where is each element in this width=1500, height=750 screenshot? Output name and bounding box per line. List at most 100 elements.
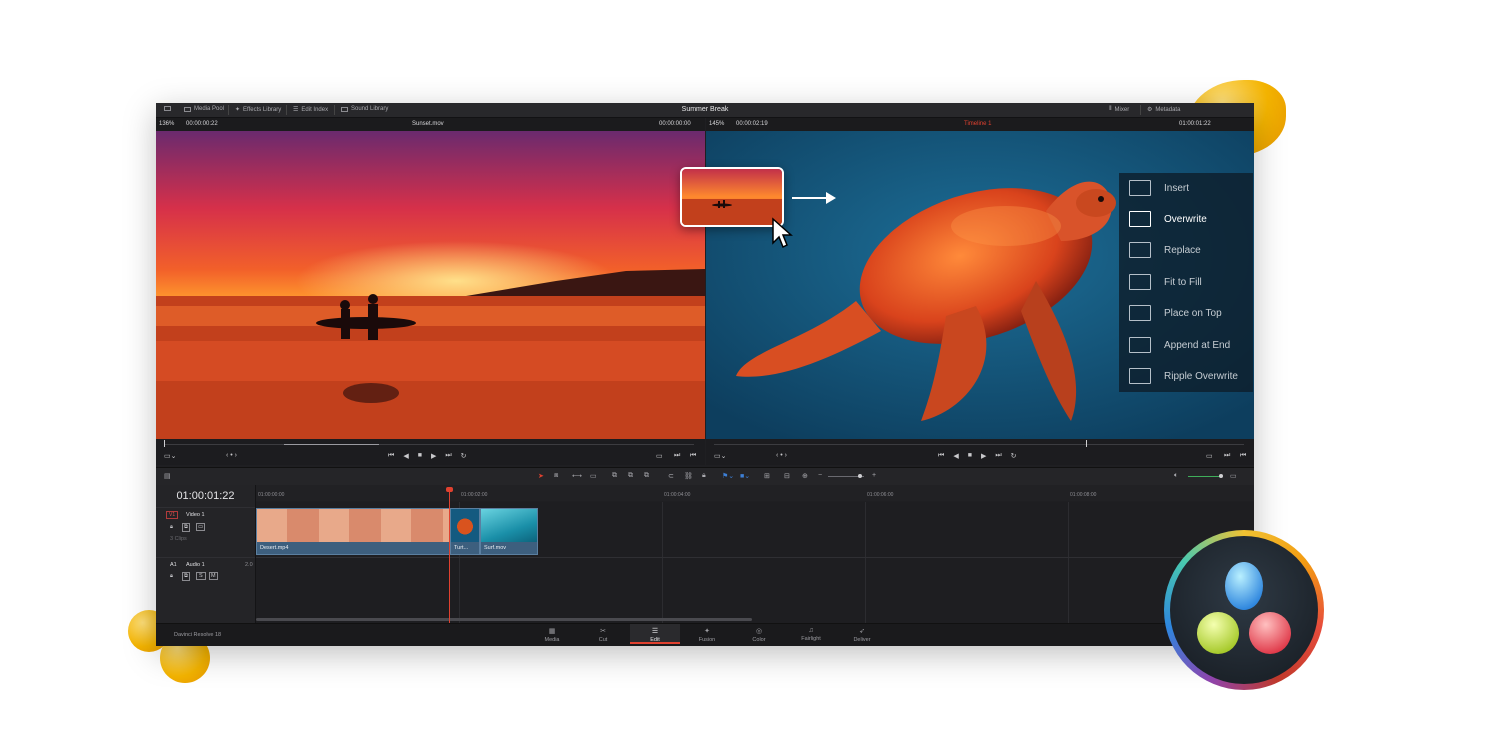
viewer-options-icon[interactable]: ▭⌄ <box>714 452 726 460</box>
source-clip-name[interactable]: Sunset.mov <box>412 121 444 127</box>
zoom-custom-icon[interactable]: ⊕ <box>802 472 808 480</box>
edit-icon: ☰ <box>651 628 659 635</box>
mute-button[interactable]: M <box>209 572 218 580</box>
zoom-slider-handle[interactable] <box>858 474 862 478</box>
video-track-name: Video 1 <box>186 512 205 518</box>
overwrite-clip-icon[interactable]: ⧉ <box>628 472 633 480</box>
stop-icon[interactable]: ■ <box>418 452 422 460</box>
timeline-current-timecode: 01:00:01:22 <box>176 490 235 502</box>
timeline-scrub-bar[interactable] <box>706 439 1254 449</box>
audio-track-header[interactable]: A1 Audio 1 2.0 🔒︎ ⧉ S M <box>156 557 255 624</box>
video-track-tag[interactable]: V1 <box>166 511 179 519</box>
cut-icon: ✂ <box>600 628 606 635</box>
timeline-options-icon[interactable]: ▤ <box>164 472 171 480</box>
volume-slider-handle[interactable] <box>1219 474 1223 478</box>
play-icon[interactable]: ▶ <box>981 452 986 460</box>
page-deliver[interactable]: ➶ Deliver <box>837 627 887 643</box>
menu-replace[interactable]: Replace <box>1119 235 1253 266</box>
mark-out-icon[interactable]: ⏮ <box>690 452 696 460</box>
timeline-name[interactable]: Timeline 1 <box>964 121 991 127</box>
zoom-detail-icon[interactable]: ⊟ <box>784 472 790 480</box>
volume-slider[interactable] <box>1188 476 1222 477</box>
mixer-button[interactable]: ⫴ Mixer <box>1109 106 1129 113</box>
match-frame-icon[interactable]: ▭ <box>1206 452 1213 460</box>
timeline-clip[interactable]: Turt... <box>450 508 480 555</box>
menu-append-at-end[interactable]: Append at End <box>1119 330 1253 361</box>
linked-selection-icon[interactable]: ⛓ <box>684 472 693 480</box>
auto-select-icon[interactable]: ⧉ <box>182 572 190 581</box>
source-scrub-bar[interactable] <box>156 439 705 449</box>
last-frame-icon[interactable]: ⏭ <box>445 452 451 460</box>
first-frame-icon[interactable]: ⏮ <box>388 452 394 460</box>
metadata-button[interactable]: ⚙ Metadata <box>1147 106 1180 114</box>
media-icon: ▦ <box>548 628 556 635</box>
flag-icon[interactable]: ⚑⌄ <box>722 472 734 480</box>
source-zoom[interactable]: 136% <box>159 121 174 127</box>
audio-meter-icon[interactable]: ▭ <box>1230 472 1237 480</box>
video-track-header[interactable]: V1 Video 1 🔒︎ ⧉ ▭ 3 Clips <box>156 507 255 558</box>
lock-track-icon[interactable]: 🔒︎ <box>170 524 173 531</box>
mark-out-icon[interactable]: ⏮ <box>1240 452 1246 460</box>
menu-insert[interactable]: Insert <box>1119 173 1253 204</box>
replace-clip-icon[interactable]: ⧉ <box>644 472 649 480</box>
match-frame-icon[interactable]: ▭ <box>656 452 663 460</box>
selection-tool-icon[interactable]: ➤ <box>538 472 544 480</box>
source-viewer[interactable] <box>156 131 705 439</box>
fusion-icon: ✦ <box>704 628 710 635</box>
menu-overwrite[interactable]: Overwrite <box>1119 204 1253 235</box>
page-color[interactable]: ◎ Color <box>734 627 784 643</box>
solo-button[interactable]: S <box>196 572 206 580</box>
lock-track-icon[interactable]: 🔒︎ <box>170 573 173 580</box>
stop-icon[interactable]: ■ <box>968 452 972 460</box>
trim-tool-icon[interactable]: ⧈ <box>554 472 558 480</box>
top-toolbar: Media Pool ✦ Effects Library ☰ Edit Inde… <box>156 103 1254 118</box>
lock-icon[interactable]: 🔒︎ <box>702 472 706 480</box>
jog-control[interactable]: ‹ • › <box>776 452 787 459</box>
marker-icon[interactable]: ■⌄ <box>740 472 750 480</box>
page-edit[interactable]: ☰ Edit <box>630 624 680 644</box>
timeline-clip[interactable]: Surf.mov <box>480 508 538 555</box>
reverse-play-icon[interactable]: ◀ <box>953 452 958 460</box>
edit-overlay-menu: Insert Overwrite Replace Fit to Fill Pla… <box>1119 173 1253 392</box>
page-cut[interactable]: ✂ Cut <box>578 627 628 643</box>
insert-clip-icon[interactable]: ⧉ <box>612 472 617 480</box>
audio-track-tag[interactable]: A1 <box>170 562 177 568</box>
menu-ripple-overwrite[interactable]: Ripple Overwrite <box>1119 361 1253 392</box>
reverse-play-icon[interactable]: ◀ <box>403 452 408 460</box>
timeline-ruler[interactable]: 01:00:00:00 01:00:02:00 01:00:04:00 01:0… <box>256 485 1254 501</box>
first-frame-icon[interactable]: ⏮ <box>938 452 944 460</box>
loop-icon[interactable]: ↻ <box>461 452 467 460</box>
fit-to-fill-icon <box>1129 274 1151 290</box>
volume-icon[interactable]: 🔈︎ <box>1174 472 1178 480</box>
page-fairlight[interactable]: ♫ Fairlight <box>786 627 836 642</box>
viewer-options-icon[interactable]: ▭⌄ <box>164 452 176 460</box>
page-media[interactable]: ▦ Media <box>527 627 577 643</box>
playhead[interactable] <box>449 487 450 623</box>
blade-tool-icon[interactable]: ▭ <box>590 472 597 480</box>
play-icon[interactable]: ▶ <box>431 452 436 460</box>
zoom-out-icon[interactable]: − <box>818 472 822 479</box>
zoom-in-icon[interactable]: + <box>872 472 876 479</box>
drag-clip-thumbnail[interactable] <box>680 167 784 227</box>
page-fusion[interactable]: ✦ Fusion <box>682 627 732 643</box>
timeline-zoom[interactable]: 145% <box>709 121 724 127</box>
page-navigation: Davinci Resolve 18 ▦ Media ✂ Cut ☰ Edit ✦ Fu… <box>156 623 1254 646</box>
snapping-icon[interactable]: ⊂ <box>668 472 674 480</box>
mark-in-icon[interactable]: ⏭ <box>674 452 680 460</box>
menu-place-on-top[interactable]: Place on Top <box>1119 298 1253 329</box>
timeline-tracks[interactable]: Desert.mp4 Turt... Surf.mov <box>256 502 1254 623</box>
last-frame-icon[interactable]: ⏭ <box>995 452 1001 460</box>
mixer-icon: ⫴ <box>1109 106 1112 112</box>
auto-select-icon[interactable]: ⧉ <box>182 523 190 532</box>
menu-fit-to-fill[interactable]: Fit to Fill <box>1119 267 1253 298</box>
timeline-scrollbar[interactable] <box>256 618 752 621</box>
ruler-mark-3: 01:00:06:00 <box>867 492 894 498</box>
timeline-clip[interactable]: Desert.mp4 <box>256 508 450 555</box>
loop-icon[interactable]: ↻ <box>1011 452 1017 460</box>
zoom-full-icon[interactable]: ⊞ <box>764 472 770 480</box>
track-visibility-icon[interactable]: ▭ <box>196 523 206 531</box>
dynamic-trim-icon[interactable]: ⟷ <box>572 472 582 480</box>
jog-control[interactable]: ‹ • › <box>226 452 237 459</box>
deliver-icon: ➶ <box>859 628 865 635</box>
mark-in-icon[interactable]: ⏭ <box>1224 452 1230 460</box>
